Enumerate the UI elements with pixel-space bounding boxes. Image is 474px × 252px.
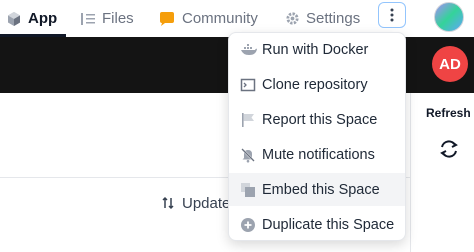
community-icon: [158, 11, 176, 27]
menu-item-label: Mute notifications: [262, 146, 375, 163]
tab-community-label: Community: [182, 10, 258, 27]
flag-icon: [240, 112, 256, 128]
menu-item-mute-notifications[interactable]: Mute notifications: [229, 138, 405, 171]
app-cube-icon: [6, 11, 22, 27]
vertical-dots-icon: [390, 8, 394, 22]
docker-icon: [240, 42, 257, 58]
menu-item-report-space[interactable]: Report this Space: [229, 103, 405, 136]
tab-app[interactable]: App: [6, 0, 57, 37]
tab-files[interactable]: Files: [80, 0, 134, 37]
menu-item-label: Embed this Space: [262, 181, 380, 198]
menu-item-label: Clone repository: [262, 76, 368, 93]
user-avatar[interactable]: [434, 2, 464, 32]
files-icon: [80, 12, 96, 26]
panel-divider: [410, 93, 411, 252]
menu-item-duplicate-space[interactable]: Duplicate this Space: [229, 208, 405, 240]
muted-bell-icon: [240, 147, 256, 163]
more-options-button[interactable]: [378, 2, 406, 28]
menu-item-label: Duplicate this Space: [262, 216, 395, 233]
embed-icon: [240, 182, 256, 198]
space-avatar[interactable]: AD: [432, 46, 468, 82]
update-button[interactable]: Update: [162, 193, 230, 213]
terminal-icon: [240, 77, 256, 93]
more-options-menu: Run with Docker Clone repository Report …: [228, 32, 406, 241]
menu-item-clone-repository[interactable]: Clone repository: [229, 68, 405, 101]
menu-item-embed-space[interactable]: Embed this Space: [229, 173, 405, 206]
gear-icon: [285, 11, 300, 26]
tab-settings-label: Settings: [306, 10, 361, 27]
refresh-icon[interactable]: [438, 138, 460, 165]
update-label: Update: [182, 194, 231, 212]
menu-item-label: Report this Space: [262, 111, 378, 128]
menu-item-run-with-docker[interactable]: Run with Docker: [229, 33, 405, 66]
menu-item-label: Run with Docker: [262, 41, 369, 58]
sort-arrows-icon: [162, 196, 174, 210]
tab-files-label: Files: [102, 10, 134, 27]
refresh-label: Refresh: [426, 106, 471, 120]
duplicate-icon: [240, 217, 256, 233]
tab-app-label: App: [28, 10, 58, 27]
